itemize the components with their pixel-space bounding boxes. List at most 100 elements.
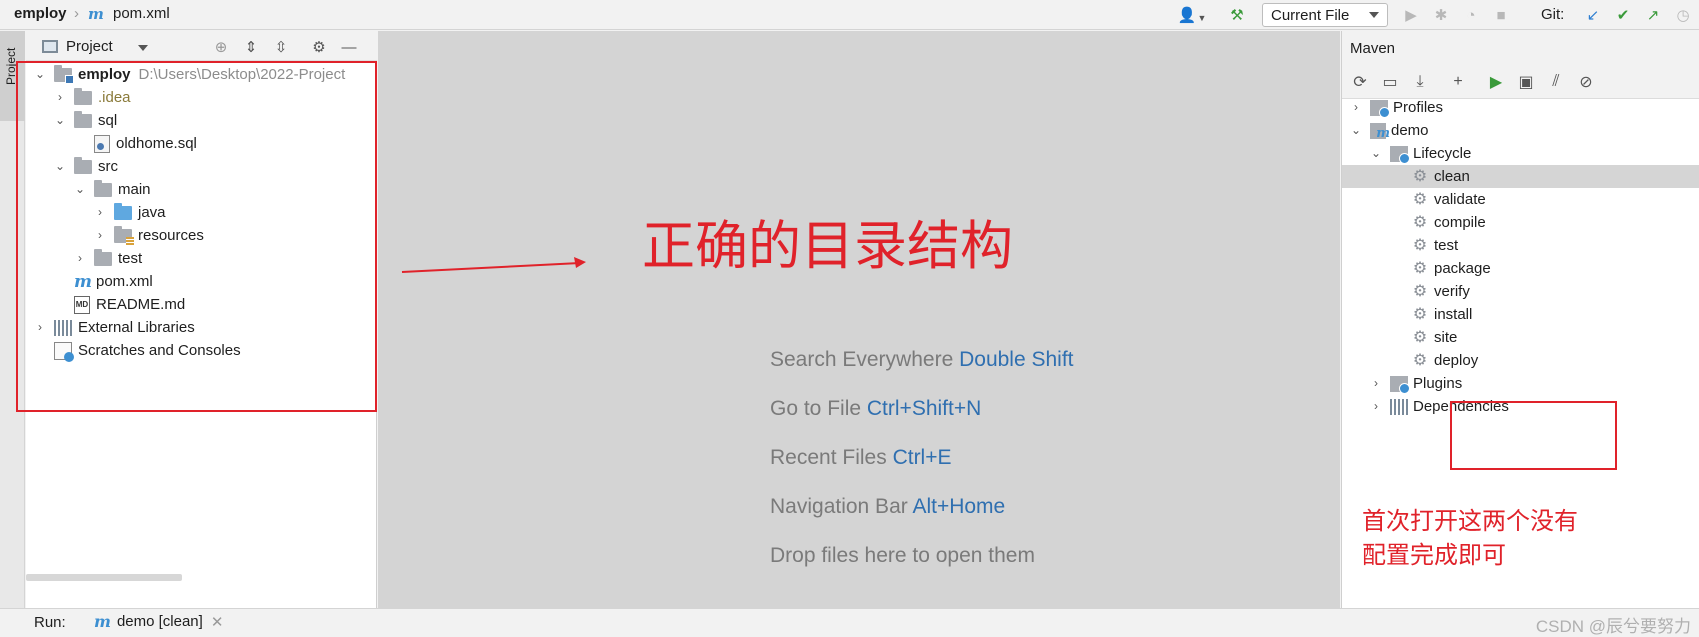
tree-item-label: Profiles [1393, 99, 1444, 116]
git-push-icon[interactable]: ↗ [1644, 6, 1662, 24]
run-tool-bar: Run: m demo [clean] ✕ CSDN @辰兮要努力 [0, 608, 1699, 636]
profiles-icon [1370, 99, 1390, 118]
project-window-icon [42, 40, 58, 53]
breadcrumb-file[interactable]: pom.xml [113, 5, 170, 22]
git-update-icon[interactable]: ↙ [1584, 6, 1602, 24]
maven-project-icon [1370, 122, 1390, 145]
hint-text: Drop files here to open them [770, 544, 1035, 567]
maven-goal-site[interactable]: ⚙ site [1412, 326, 1458, 349]
maven-goal-deploy[interactable]: ⚙ deploy [1412, 349, 1478, 372]
toggle-offline-icon[interactable]: ⫽ [1546, 72, 1566, 92]
hint-drop-files: Drop files here to open them [770, 544, 1035, 568]
tree-item-label: demo [1391, 122, 1429, 139]
goal-label: install [1434, 306, 1473, 323]
annotation-box-project-tree [16, 61, 377, 412]
hint-shortcut: Ctrl+E [892, 446, 952, 469]
chevron-right-icon[interactable]: › [1370, 376, 1382, 390]
hint-text: Navigation Bar [770, 495, 908, 518]
chevron-down-icon[interactable]: ⌄ [1370, 146, 1382, 160]
annotation-side-note-line2: 配置完成即可 [1362, 541, 1506, 569]
dependencies-icon [1390, 398, 1408, 415]
hint-text: Go to File [770, 397, 862, 420]
generate-sources-icon[interactable]: ▭ [1380, 72, 1400, 92]
maven-goal-package[interactable]: ⚙ package [1412, 257, 1491, 280]
debug-icon[interactable]: ✱ [1432, 6, 1450, 24]
maven-goal-validate[interactable]: ⚙ validate [1412, 188, 1486, 211]
run-tab-demo-clean[interactable]: m demo [clean] ✕ [88, 609, 229, 634]
maven-goal-clean[interactable]: ⚙ clean [1342, 165, 1699, 188]
gear-icon: ⚙ [1412, 214, 1428, 231]
lifecycle-icon [1390, 145, 1410, 164]
chevron-right-icon[interactable]: › [1350, 100, 1362, 114]
tree-item-label: Lifecycle [1413, 145, 1472, 162]
git-commit-icon[interactable]: ✔ [1614, 6, 1632, 24]
expand-all-icon[interactable]: ⇕ [242, 38, 260, 56]
run-configuration-select[interactable]: Current File [1262, 3, 1388, 27]
project-panel-header: Project ⊕ ⇕ ⇳ ⚙ — [26, 31, 377, 61]
maven-goal-compile[interactable]: ⚙ compile [1412, 211, 1486, 234]
build-hammer-icon[interactable]: ⚒ [1228, 6, 1246, 24]
maven-tree-lifecycle[interactable]: ⌄ Lifecycle [1370, 142, 1471, 165]
project-panel-title[interactable]: Project [66, 38, 113, 55]
goal-label: site [1434, 329, 1458, 346]
editor-empty-area[interactable]: Search Everywhere Double Shift Go to Fil… [378, 31, 1340, 608]
gear-icon: ⚙ [1412, 191, 1428, 208]
reload-icon[interactable]: ⟳ [1350, 72, 1370, 92]
annotation-side-note-line1: 首次打开这两个没有 [1362, 507, 1578, 535]
chevron-down-icon[interactable]: ▼ [1193, 9, 1211, 27]
run-icon[interactable]: ▶ [1402, 6, 1420, 24]
maven-goal-install[interactable]: ⚙ install [1412, 303, 1473, 326]
gear-icon: ⚙ [1412, 352, 1428, 369]
tree-item-label: Plugins [1413, 375, 1463, 392]
collapse-all-icon[interactable]: ⇳ [272, 38, 290, 56]
run-label: Run: [34, 614, 66, 631]
gear-icon: ⚙ [1412, 306, 1428, 323]
horizontal-scrollbar[interactable] [26, 574, 182, 581]
navigation-bar: employ › m pom.xml 👤 ▼ ⚒ Current File ▶ … [0, 0, 1699, 30]
hide-panel-icon[interactable]: — [340, 38, 358, 56]
goal-label: package [1434, 260, 1491, 277]
gear-icon: ⚙ [1412, 283, 1428, 300]
maven-tree-demo[interactable]: ⌄ demo [1350, 119, 1429, 145]
goal-label: verify [1434, 283, 1470, 300]
add-icon[interactable]: + [1448, 72, 1468, 92]
execute-goal-icon[interactable]: ▣ [1516, 72, 1536, 92]
chevron-down-icon[interactable]: ⌄ [1350, 123, 1362, 137]
breadcrumb-project[interactable]: employ [14, 5, 67, 22]
settings-gear-icon[interactable]: ⚙ [310, 38, 328, 56]
run-maven-build-icon[interactable]: ▶ [1486, 72, 1506, 92]
gear-icon: ⚙ [1412, 237, 1428, 254]
stop-icon[interactable]: ■ [1492, 6, 1510, 24]
goal-label: test [1434, 237, 1459, 254]
maven-toolbar: ⟳ ▭ ⤓ + ▶ ▣ ⫽ ⊘ [1342, 65, 1699, 99]
history-icon[interactable]: ◷ [1674, 6, 1692, 24]
plugins-icon [1390, 375, 1410, 394]
maven-icon: m [94, 612, 111, 631]
maven-panel-header: Maven [1342, 31, 1699, 65]
maven-goal-verify[interactable]: ⚙ verify [1412, 280, 1470, 303]
run-tab-label: demo [clean] [116, 613, 203, 630]
dropdown-caret-icon [1369, 12, 1379, 18]
maven-tree-profiles[interactable]: › Profiles [1350, 96, 1443, 119]
hint-go-to-file: Go to File Ctrl+Shift+N [770, 397, 981, 421]
gear-icon: ⚙ [1412, 168, 1428, 185]
view-mode-dropdown-icon[interactable] [138, 45, 148, 51]
goal-label: validate [1434, 191, 1486, 208]
locate-file-icon[interactable]: ⊕ [212, 38, 230, 56]
download-icon[interactable]: ⤓ [1410, 72, 1430, 92]
run-configuration-value: Current File [1271, 6, 1350, 24]
hint-shortcut: Ctrl+Shift+N [866, 397, 982, 420]
annotation-box-plugins-dependencies [1450, 401, 1617, 470]
hint-text: Search Everywhere [770, 348, 954, 371]
hint-navigation-bar: Navigation Bar Alt+Home [770, 495, 1005, 519]
coverage-icon[interactable]: ◔ [1462, 6, 1480, 24]
skip-tests-icon[interactable]: ⊘ [1576, 72, 1596, 92]
watermark: CSDN @辰兮要努力 [1535, 617, 1691, 636]
annotation-arrow [401, 257, 586, 273]
hint-shortcut: Double Shift [959, 348, 1074, 371]
chevron-right-icon[interactable]: › [1370, 399, 1382, 413]
maven-tree-plugins[interactable]: › Plugins [1370, 372, 1462, 395]
close-icon[interactable]: ✕ [211, 613, 224, 631]
gear-icon: ⚙ [1412, 329, 1428, 346]
maven-goal-test[interactable]: ⚙ test [1412, 234, 1458, 257]
